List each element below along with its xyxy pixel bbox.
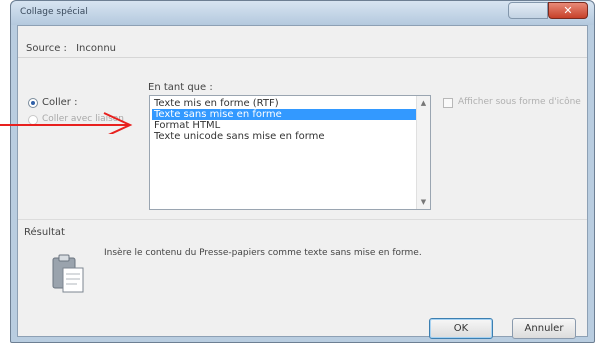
result-description: Insère le contenu du Presse-papiers comm… [104,248,422,258]
result-header: Résultat [24,227,65,238]
window-controls[interactable] [508,2,548,19]
cancel-button[interactable]: Annuler [512,318,576,339]
window-title: Collage spécial [20,7,88,17]
result-divider [18,219,587,220]
paste-special-dialog: Collage spécial ✕ Source : Inconnu En ta… [10,0,595,343]
list-item-rtf[interactable]: Texte mis en forme (RTF) [152,98,416,109]
close-icon: ✕ [563,4,573,17]
paste-format-list[interactable]: Texte mis en forme (RTF) Texte sans mise… [149,95,431,210]
display-as-icon-label[interactable]: Afficher sous forme d'icône [458,97,581,107]
list-item-plain-text[interactable]: Texte sans mise en forme [152,109,416,120]
source-row: Source : Inconnu [26,43,116,54]
list-scrollbar[interactable]: ▲ ▼ [416,96,430,209]
display-as-icon-checkbox[interactable] [443,98,453,108]
dialog-body: Source : Inconnu En tant que : Coller : … [17,25,588,339]
red-arrow-annotation [0,112,133,134]
source-label: Source : [26,43,67,54]
ok-button[interactable]: OK [429,318,493,339]
clipboard-icon [52,254,84,293]
top-divider [18,57,587,58]
paste-as-label: En tant que : [148,82,213,93]
list-item-unicode[interactable]: Texte unicode sans mise en forme [152,131,416,142]
scroll-down-icon[interactable]: ▼ [417,195,430,209]
close-button[interactable]: ✕ [548,2,588,19]
title-bar[interactable]: Collage spécial ✕ [11,1,594,25]
scroll-up-icon[interactable]: ▲ [417,96,430,110]
list-item-html[interactable]: Format HTML [152,120,416,131]
source-value: Inconnu [76,43,117,54]
